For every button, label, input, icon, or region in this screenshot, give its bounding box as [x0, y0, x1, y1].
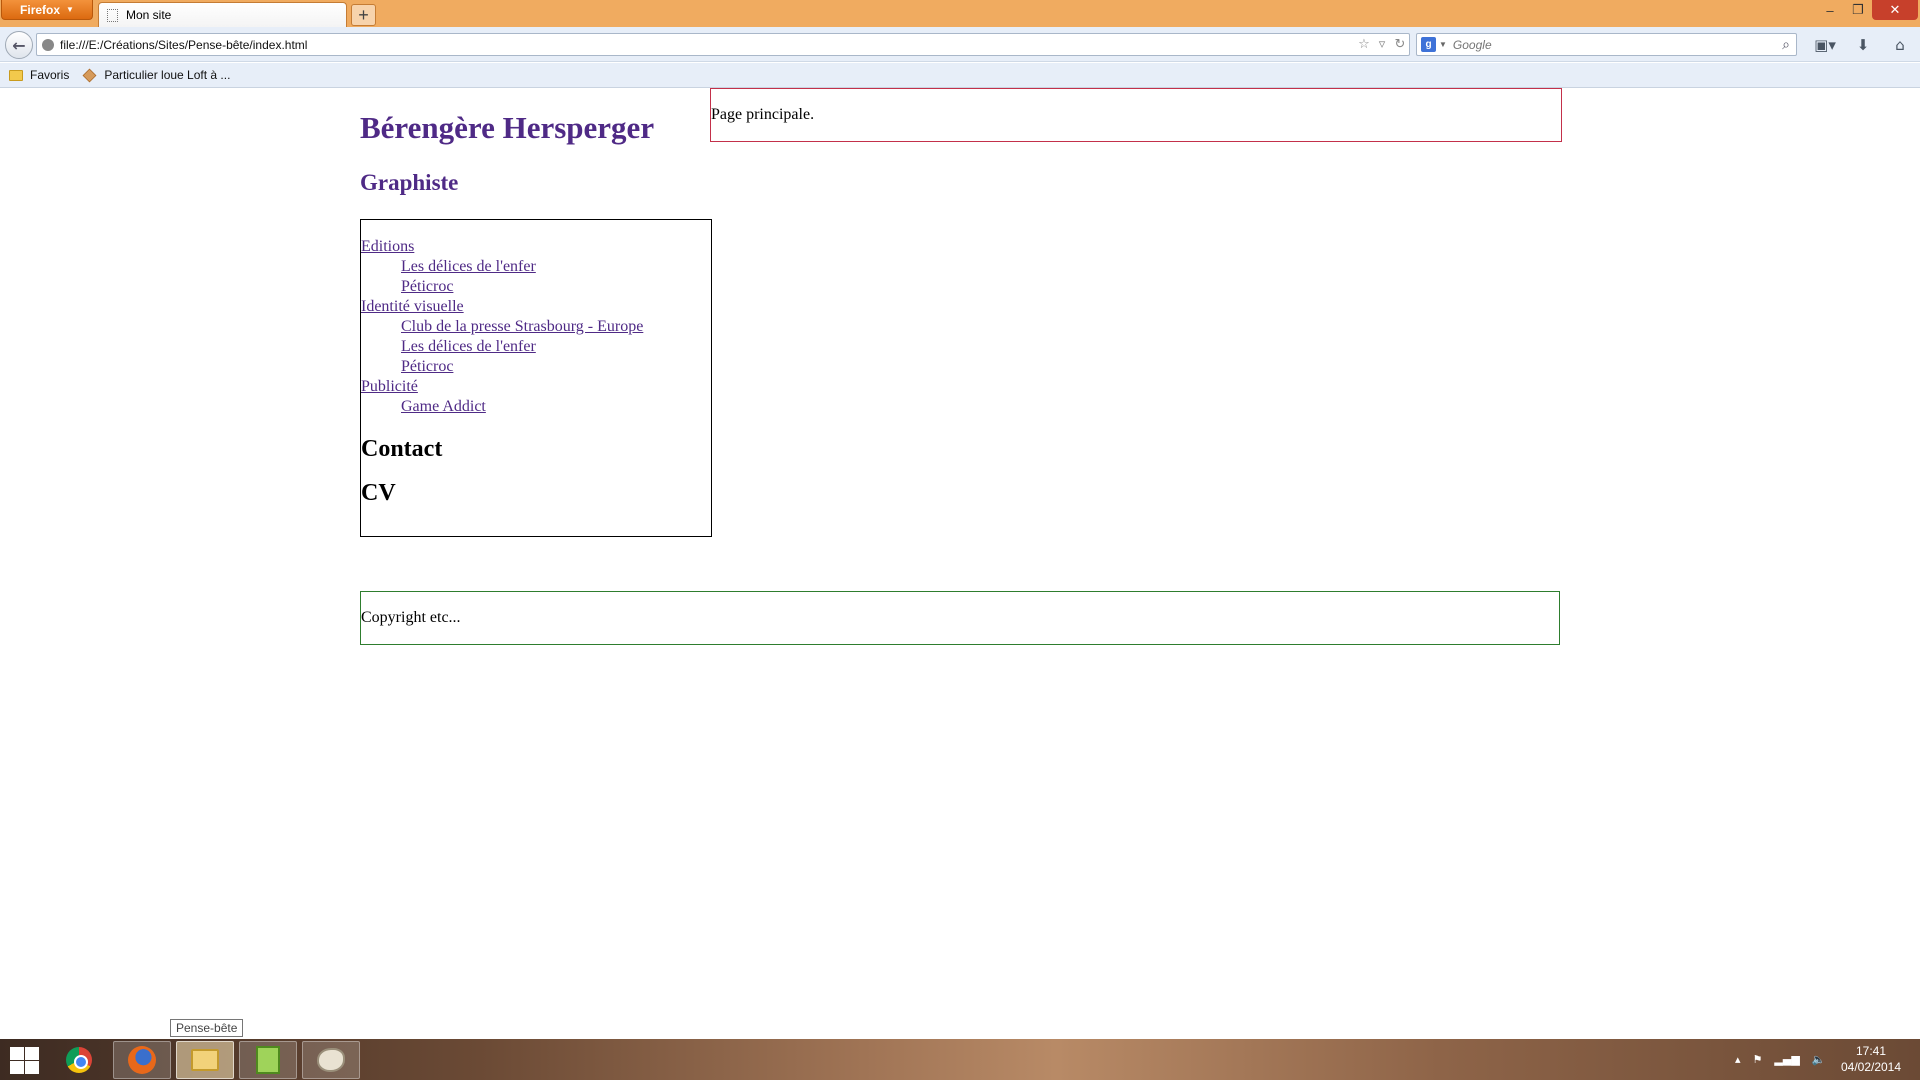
contact-heading: Contact: [361, 436, 443, 462]
windows-logo-icon: [25, 1061, 39, 1074]
site-identity-icon[interactable]: [42, 38, 54, 51]
home-icon: ⌂: [1895, 36, 1905, 54]
bookmark-label: Favoris: [30, 68, 70, 82]
file-explorer-icon: [191, 1049, 219, 1071]
downloads-button[interactable]: ⬇: [1852, 35, 1874, 55]
clock-time: 17:41: [1855, 1044, 1887, 1058]
page-icon: [107, 8, 118, 22]
nav-link-peticroc[interactable]: Péticroc: [361, 357, 711, 377]
windows-logo-icon: [10, 1047, 24, 1060]
nav-link-peticroc[interactable]: Péticroc: [361, 277, 711, 297]
footer-text: Copyright etc...: [361, 609, 461, 626]
site-title: Bérengère Hersperger: [360, 110, 655, 145]
search-bar[interactable]: g ▼ ⌕: [1416, 33, 1797, 56]
back-arrow-icon: ←: [12, 35, 26, 55]
url-text[interactable]: file:///E:/Créations/Sites/Pense-bête/in…: [60, 38, 1355, 52]
taskbar-firefox[interactable]: [113, 1041, 171, 1079]
reload-icon[interactable]: ↻: [1391, 37, 1409, 52]
chevron-down-icon: ▼: [66, 5, 74, 14]
bookmark-loft[interactable]: Particulier loue Loft à ...: [82, 68, 231, 82]
bookmark-star-icon[interactable]: ☆: [1355, 37, 1373, 52]
nav-link-delices-enfer[interactable]: Les délices de l'enfer: [361, 257, 711, 277]
new-tab-button[interactable]: +: [351, 4, 376, 26]
windows-taskbar: ▴ ⚑ ▂▄▆ 🔈 17:41 04/02/2014: [0, 1039, 1920, 1080]
back-button[interactable]: ←: [5, 31, 33, 59]
start-button[interactable]: [8, 1045, 40, 1075]
browser-titlebar: Firefox ▼ Mon site + – ❐ ✕: [0, 0, 1920, 27]
volume-icon[interactable]: 🔈: [1812, 1053, 1826, 1066]
cv-heading: CV: [361, 480, 396, 506]
bookmarks-toolbar: Favoris Particulier loue Loft à ...: [0, 63, 1920, 88]
chevron-down-icon[interactable]: ▼: [1439, 40, 1447, 49]
tab-mon-site[interactable]: Mon site: [98, 2, 347, 27]
firefox-menu-label: Firefox: [20, 2, 61, 17]
social-share-button[interactable]: ▣▾: [1808, 35, 1842, 55]
site-subtitle: Graphiste: [360, 170, 459, 195]
network-icon[interactable]: ▂▄▆: [1774, 1053, 1799, 1066]
navigation-toolbar: ← file:///E:/Créations/Sites/Pense-bête/…: [0, 27, 1920, 62]
windows-logo-icon: [25, 1047, 39, 1060]
taskbar-notes[interactable]: [239, 1041, 297, 1079]
share-icon: ▣▾: [1814, 36, 1836, 54]
folder-icon: [9, 69, 23, 81]
close-window-button[interactable]: ✕: [1872, 0, 1918, 20]
taskbar-explorer[interactable]: [176, 1041, 234, 1079]
home-button[interactable]: ⌂: [1889, 35, 1911, 55]
taskbar-chrome[interactable]: [50, 1041, 108, 1079]
bookmark-favoris[interactable]: Favoris: [9, 68, 69, 82]
taskbar-tooltip: Pense-bête: [170, 1019, 244, 1037]
site-navigation: Editions Les délices de l'enfer Péticroc…: [360, 219, 712, 537]
nav-link-delices-enfer[interactable]: Les délices de l'enfer: [361, 337, 711, 357]
taskbar-paint[interactable]: [302, 1041, 360, 1079]
system-clock[interactable]: 17:41 04/02/2014: [1836, 1043, 1906, 1075]
nav-link-identite-visuelle[interactable]: Identité visuelle: [361, 297, 711, 317]
package-icon: [82, 68, 97, 82]
action-center-flag-icon[interactable]: ⚑: [1753, 1053, 1763, 1066]
nav-link-publicite[interactable]: Publicité: [361, 377, 711, 397]
google-engine-icon[interactable]: g: [1421, 37, 1436, 52]
clock-date: 04/02/2014: [1840, 1060, 1902, 1074]
footer-box: Copyright etc...: [360, 591, 1560, 645]
nav-link-editions[interactable]: Editions: [361, 237, 711, 257]
show-hidden-icons-icon[interactable]: ▴: [1735, 1053, 1741, 1066]
tab-title: Mon site: [126, 8, 172, 22]
download-icon: ⬇: [1856, 36, 1870, 54]
main-text: Page principale.: [711, 106, 815, 123]
system-tray: ▴ ⚑ ▂▄▆ 🔈: [1735, 1039, 1826, 1080]
notes-app-icon: [256, 1046, 280, 1074]
windows-logo-icon: [10, 1061, 24, 1074]
search-icon[interactable]: ⌕: [1776, 37, 1796, 53]
paint-palette-icon: [317, 1048, 345, 1072]
history-dropdown-icon[interactable]: ▿: [1373, 37, 1391, 52]
nav-link-club-presse[interactable]: Club de la presse Strasbourg - Europe: [361, 317, 711, 337]
restore-button[interactable]: ❐: [1844, 0, 1872, 20]
page-viewport: Bérengère Hersperger Graphiste Page prin…: [0, 88, 1920, 1039]
bookmark-label: Particulier loue Loft à ...: [104, 68, 231, 82]
search-input[interactable]: [1452, 37, 1776, 52]
chrome-icon: [66, 1047, 92, 1073]
nav-link-game-addict[interactable]: Game Addict: [361, 397, 711, 417]
minimize-button[interactable]: –: [1816, 0, 1844, 20]
main-content-box: Page principale.: [710, 88, 1562, 142]
firefox-icon: [128, 1046, 156, 1074]
firefox-menu-button[interactable]: Firefox ▼: [1, 0, 93, 20]
url-bar[interactable]: file:///E:/Créations/Sites/Pense-bête/in…: [36, 33, 1410, 56]
